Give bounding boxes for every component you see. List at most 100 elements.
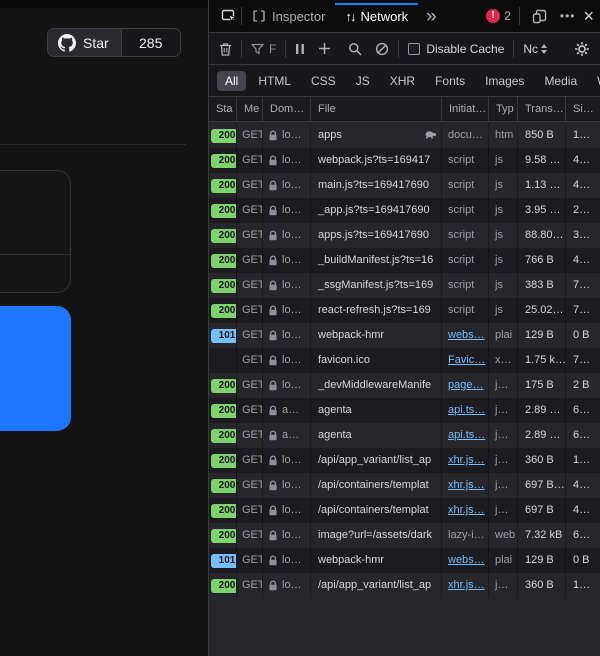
column-header[interactable]: Typ (489, 97, 518, 121)
table-row[interactable]: GET lo… favicon.ico Favic… x… 1.75 k… 7… (209, 348, 600, 373)
status-cell: 200 (209, 423, 237, 448)
type-cell: j… (489, 423, 518, 448)
pause-traffic-button[interactable] (295, 43, 305, 55)
file-text: _buildManifest.js?ts=16 (318, 254, 433, 266)
error-count-badge[interactable]: ! 2 (486, 9, 511, 23)
column-header[interactable]: Me (237, 97, 263, 121)
table-row[interactable]: 200 GET lo… _ssgManifest.js?ts=169 scrip… (209, 273, 600, 298)
initiator-link[interactable]: webs… (448, 329, 485, 341)
table-row[interactable]: 200 GET lo… apps.js?ts=169417690 script … (209, 223, 600, 248)
column-header[interactable]: Dom… (263, 97, 311, 121)
disable-cache-checkbox[interactable]: Disable Cache (408, 42, 504, 56)
column-header[interactable]: Trans… (518, 97, 566, 121)
table-row[interactable]: 200 GET lo… webpack.js?ts=169417 script … (209, 148, 600, 173)
table-row[interactable]: 200 GET lo… /api/app_variant/list_ap xhr… (209, 448, 600, 473)
github-star-button[interactable]: Star 285 (47, 28, 181, 57)
domain-text: lo… (282, 173, 302, 198)
domain-text: lo… (282, 373, 302, 398)
tab-inspector[interactable]: Inspector (242, 0, 335, 32)
domain-cell: lo… (263, 448, 311, 473)
table-row[interactable]: 200 GET a… agenta api.ts… j… 2.89 … 6… (209, 398, 600, 423)
network-settings-gear-button[interactable] (574, 41, 590, 57)
table-row[interactable]: 200 GET lo… image?url=/assets/dark lazy-… (209, 523, 600, 548)
block-request-button[interactable] (375, 42, 389, 56)
search-button[interactable] (348, 42, 362, 56)
page-card (0, 170, 71, 293)
transferred-cell: 2.89 … (518, 423, 566, 448)
filter-button-all[interactable]: All (217, 71, 246, 91)
filter-button-css[interactable]: CSS (303, 71, 344, 91)
status-cell: 101 (209, 548, 237, 573)
column-header[interactable]: File (311, 97, 442, 121)
error-count: 2 (504, 9, 511, 23)
initiator-cell: page… (442, 373, 489, 398)
add-request-button[interactable] (318, 42, 331, 55)
close-icon[interactable]: × (583, 7, 594, 25)
initiator-link[interactable]: api.ts… (448, 429, 485, 441)
filter-urls-input[interactable]: F (251, 42, 276, 56)
filter-button-images[interactable]: Images (477, 71, 532, 91)
table-row[interactable]: 101 GET lo… webpack-hmr webs… plai 129 B… (209, 548, 600, 573)
filter-button-fonts[interactable]: Fonts (427, 71, 473, 91)
column-header[interactable]: Sta (209, 97, 237, 121)
initiator-link[interactable]: Favic… (448, 354, 485, 366)
filter-button-media[interactable]: Media (536, 71, 585, 91)
meatball-menu-icon[interactable]: ••• (560, 9, 576, 23)
table-row[interactable]: 200 GET lo… /api/app_variant/list_ap xhr… (209, 573, 600, 598)
initiator-link[interactable]: xhr.js… (448, 504, 485, 516)
tab-network[interactable]: ↑↓ Network (335, 0, 418, 32)
turtle-slow-icon (424, 130, 437, 139)
initiator-cell: xhr.js… (442, 498, 489, 523)
initiator-link[interactable]: page… (448, 379, 483, 391)
file-cell: apps.js?ts=169417690 (311, 223, 442, 248)
table-row[interactable]: 200 GET lo… _app.js?ts=169417690 script … (209, 198, 600, 223)
method-cell: GET (237, 123, 263, 148)
responsive-design-mode-button[interactable] (528, 4, 552, 28)
table-row[interactable]: 200 GET lo… /api/containers/templat xhr.… (209, 473, 600, 498)
clear-requests-button[interactable] (219, 42, 232, 56)
transferred-cell: 1.13 … (518, 173, 566, 198)
filter-placeholder: F (269, 42, 276, 56)
table-row[interactable]: 200 GET lo… main.js?ts=169417690 script … (209, 173, 600, 198)
throttling-select[interactable]: Nc (523, 42, 547, 56)
type-cell: htm (489, 123, 518, 148)
initiator-link[interactable]: webs… (448, 554, 485, 566)
file-text: react-refresh.js?ts=169 (318, 304, 431, 316)
type-cell: js (489, 148, 518, 173)
domain-text: lo… (282, 498, 302, 523)
throttling-value: Nc (523, 42, 538, 56)
tab-overflow-chevron-icon[interactable]: » (418, 7, 445, 26)
table-row[interactable]: 101 GET lo… webpack-hmr webs… plai 129 B… (209, 323, 600, 348)
column-header[interactable]: Si… (566, 97, 600, 121)
filter-button-html[interactable]: HTML (250, 71, 299, 91)
method-cell: GET (237, 298, 263, 323)
domain-text: lo… (282, 523, 302, 548)
select-arrows-icon (541, 44, 547, 54)
table-row[interactable]: 200 GET lo… apps docu… htm 850 B 1… (209, 123, 600, 148)
initiator-link[interactable]: xhr.js… (448, 454, 485, 466)
filter-button-js[interactable]: JS (348, 71, 378, 91)
column-header[interactable]: Initiat… (442, 97, 489, 121)
transferred-cell: 360 B (518, 448, 566, 473)
status-cell (209, 348, 237, 373)
pick-element-button[interactable] (217, 4, 241, 28)
status-cell: 200 (209, 498, 237, 523)
size-cell: 0 B (566, 548, 600, 573)
table-row[interactable]: 200 GET lo… /api/containers/templat xhr.… (209, 498, 600, 523)
filter-button-xhr[interactable]: XHR (382, 71, 423, 91)
table-row[interactable]: 200 GET lo… _devMiddlewareManife page… j… (209, 373, 600, 398)
file-text: apps (318, 129, 342, 141)
initiator-link[interactable]: xhr.js… (448, 479, 485, 491)
initiator-link[interactable]: api.ts… (448, 404, 485, 416)
initiator-link[interactable]: xhr.js… (448, 579, 485, 591)
transferred-cell: 7.32 kB (518, 523, 566, 548)
table-row[interactable]: 200 GET a… agenta api.ts… j… 2.89 … 6… (209, 423, 600, 448)
lock-icon (268, 205, 278, 216)
filter-button-ws[interactable]: WS (589, 71, 600, 91)
method-cell: GET (237, 323, 263, 348)
blue-card[interactable] (0, 306, 71, 431)
table-row[interactable]: 200 GET lo… react-refresh.js?ts=169 scri… (209, 298, 600, 323)
table-row[interactable]: 200 GET lo… _buildManifest.js?ts=16 scri… (209, 248, 600, 273)
status-badge: 101 (211, 554, 237, 568)
domain-text: lo… (282, 323, 302, 348)
